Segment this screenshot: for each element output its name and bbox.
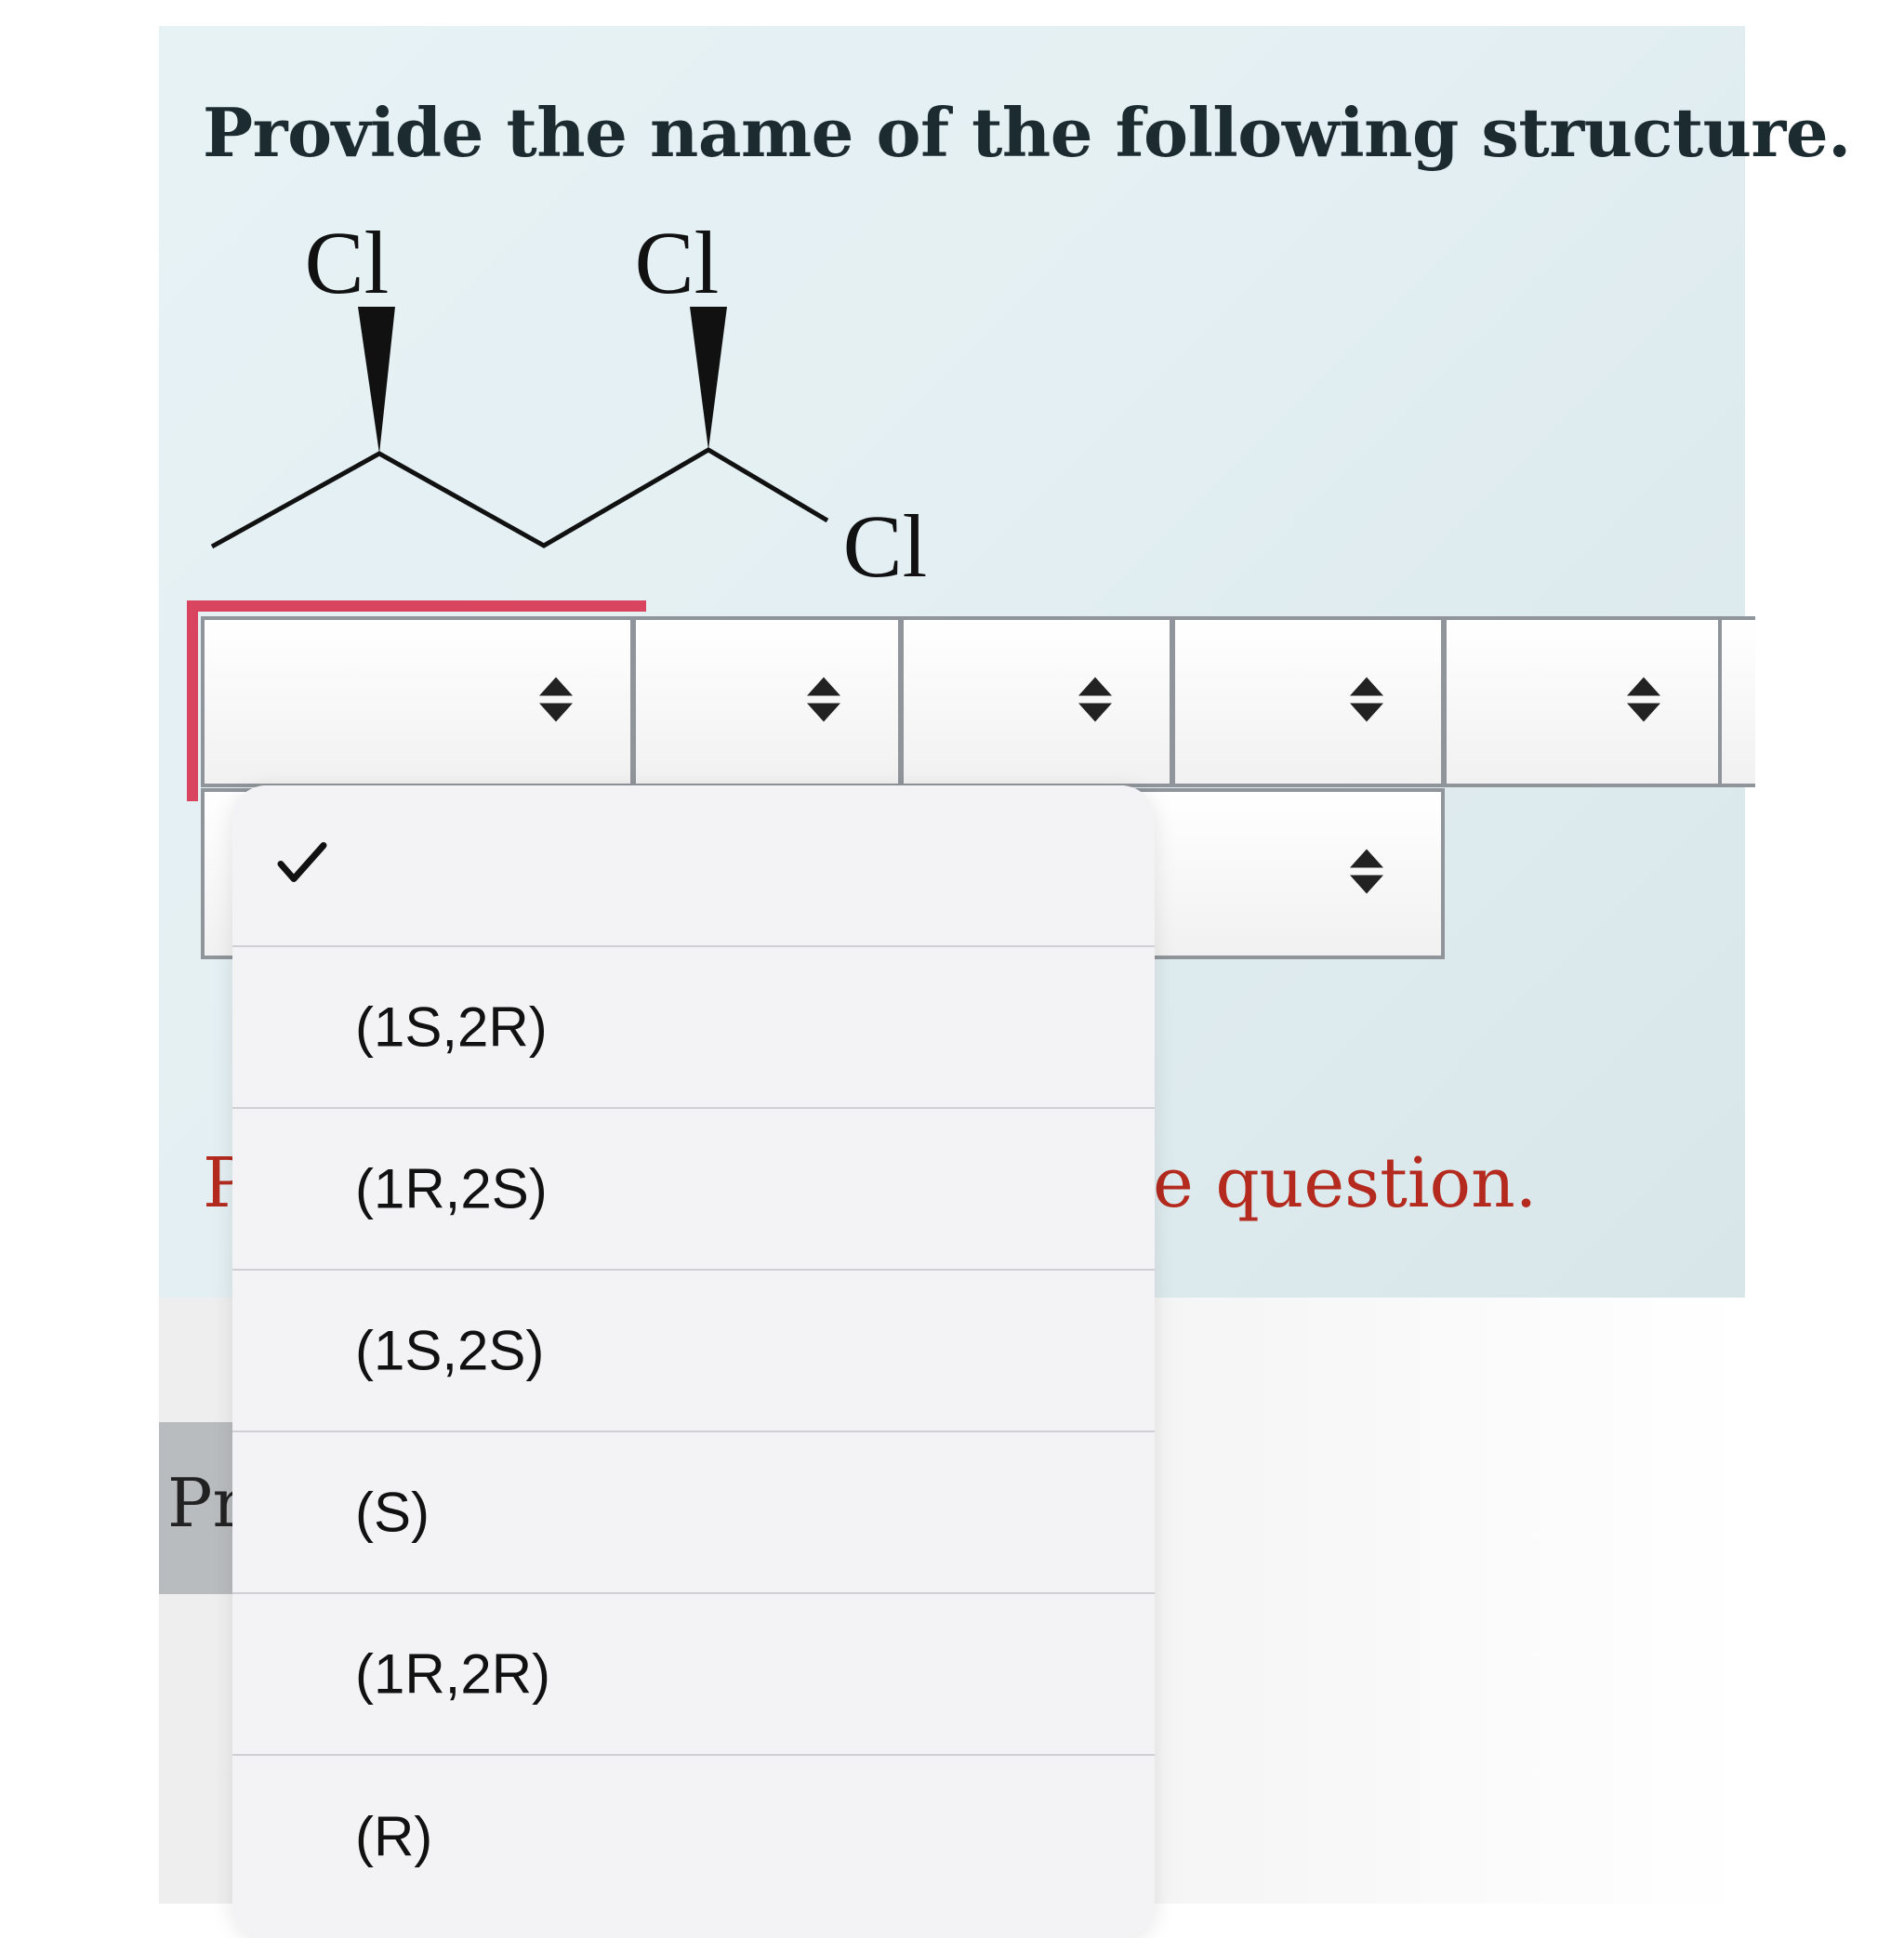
updown-arrows-icon	[1077, 676, 1114, 729]
menu-option-1s2r[interactable]: (1S,2R)	[232, 947, 1155, 1109]
menu-option-1r2s[interactable]: (1R,2S)	[232, 1109, 1155, 1271]
updown-arrows-icon	[805, 676, 842, 729]
menu-option-label: (1R,2R)	[355, 1642, 551, 1706]
wedge-bond-2	[690, 307, 727, 450]
feedback-text-right: e question.	[1153, 1143, 1538, 1223]
select-3[interactable]	[900, 616, 1173, 787]
menu-option-label: (1S,2R)	[355, 995, 548, 1059]
menu-option-1s2s[interactable]: (1S,2S)	[232, 1271, 1155, 1432]
menu-option-1r2r[interactable]: (1R,2R)	[232, 1594, 1155, 1756]
cl-atom-1: Cl	[305, 214, 390, 312]
cl-atom-2: Cl	[635, 214, 720, 312]
menu-option-r[interactable]: (R)	[232, 1756, 1155, 1918]
select-4[interactable]	[1171, 616, 1445, 787]
checkmark-icon	[277, 842, 327, 890]
options-menu: (1S,2R) (1R,2S) (1S,2S) (S) (1R,2R) (R)	[232, 785, 1155, 1938]
select-partial[interactable]	[1718, 616, 1755, 787]
menu-option-s[interactable]: (S)	[232, 1432, 1155, 1594]
carbon-chain	[210, 447, 829, 549]
select-5[interactable]	[1443, 616, 1722, 787]
feedback-text-left: P	[203, 1143, 234, 1223]
chemical-structure: Cl Cl Cl	[210, 214, 928, 596]
cl-atom-3: Cl	[843, 496, 928, 596]
updown-arrows-icon	[1625, 676, 1662, 729]
menu-option-label: (S)	[355, 1481, 430, 1544]
wedge-bond-1	[358, 307, 395, 454]
menu-option-blank[interactable]	[232, 785, 1155, 947]
focus-ring	[187, 600, 646, 801]
updown-arrows-icon	[1348, 848, 1385, 901]
problem-tab-label: Pr	[167, 1464, 237, 1542]
updown-arrows-icon	[1348, 676, 1385, 729]
menu-option-label: (1R,2S)	[355, 1157, 548, 1220]
select-2[interactable]	[632, 616, 902, 787]
menu-option-label: (1S,2S)	[355, 1319, 545, 1382]
menu-option-label: (R)	[355, 1805, 433, 1868]
question-text: Provide the name of the following struct…	[203, 93, 1851, 172]
